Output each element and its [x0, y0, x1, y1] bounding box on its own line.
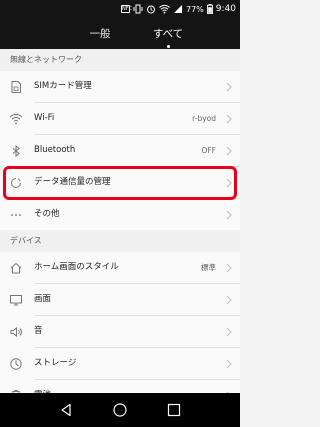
row-home-style[interactable]: ホーム画面のスタイル 標準 — [0, 252, 240, 283]
nfc-icon: NFC — [121, 5, 133, 13]
chevron-right-icon — [226, 114, 232, 124]
row-bluetooth[interactable]: Bluetooth OFF — [0, 135, 240, 166]
row-wifi[interactable]: Wi-Fi r-byod — [0, 103, 240, 134]
row-value: r-byod — [192, 114, 216, 123]
status-icons: NFC 77% 9:40 — [121, 0, 236, 18]
signal-icon — [174, 5, 182, 13]
sim-card-icon — [11, 81, 21, 93]
row-sim-card[interactable]: SIMカード管理 — [0, 71, 240, 102]
row-more[interactable]: その他 — [0, 199, 240, 230]
settings-list: 無線とネットワーク SIMカード管理 Wi-Fi r-byod Bluetoot… — [0, 49, 240, 393]
chevron-right-icon — [226, 327, 232, 337]
wifi-icon — [9, 114, 23, 125]
row-value: 標準 — [201, 263, 216, 272]
highlight-box — [3, 166, 237, 200]
wifi-status-icon — [159, 4, 170, 14]
home-button-icon[interactable] — [112, 402, 128, 418]
chevron-right-icon — [226, 146, 232, 156]
storage-icon — [10, 358, 22, 370]
back-icon[interactable] — [58, 402, 74, 418]
clock: 9:40 — [215, 4, 236, 14]
home-icon — [10, 262, 22, 274]
chevron-right-icon — [226, 82, 232, 92]
row-value: OFF — [201, 146, 216, 155]
chevron-right-icon — [226, 295, 232, 305]
section-header-wireless: 無線とネットワーク — [0, 49, 240, 71]
chevron-right-icon — [226, 359, 232, 369]
row-label: その他 — [34, 209, 60, 219]
row-label: Bluetooth — [34, 145, 76, 155]
row-label: SIMカード管理 — [34, 81, 92, 91]
row-label: 音 — [34, 326, 43, 336]
chevron-right-icon — [226, 210, 232, 220]
alarm-icon — [147, 5, 155, 14]
vibrate-icon — [133, 4, 143, 14]
recents-icon[interactable] — [166, 402, 182, 418]
row-battery[interactable]: 電池 — [0, 380, 240, 393]
row-label: Wi-Fi — [34, 113, 55, 123]
tab-all[interactable]: すべて — [128, 26, 208, 41]
row-label: ストレージ — [34, 358, 77, 368]
bluetooth-icon — [12, 144, 20, 158]
battery-status-icon — [206, 4, 213, 14]
sound-icon — [10, 326, 22, 338]
row-label: 電池 — [34, 380, 51, 393]
tab-bar: 一般 すべて — [0, 18, 240, 49]
row-storage[interactable]: ストレージ — [0, 348, 240, 379]
section-header-device: デバイス — [0, 230, 240, 252]
navigation-bar — [0, 393, 240, 427]
chevron-right-icon — [226, 263, 232, 273]
active-tab-indicator — [167, 45, 170, 48]
row-label: ホーム画面のスタイル — [34, 262, 119, 272]
row-label: 画面 — [34, 294, 52, 304]
status-bar: NFC 77% 9:40 — [0, 0, 240, 18]
row-sound[interactable]: 音 — [0, 316, 240, 347]
display-icon — [10, 295, 22, 306]
more-icon — [11, 214, 21, 216]
row-display[interactable]: 画面 — [0, 284, 240, 315]
battery-percent: 77% — [186, 4, 204, 14]
